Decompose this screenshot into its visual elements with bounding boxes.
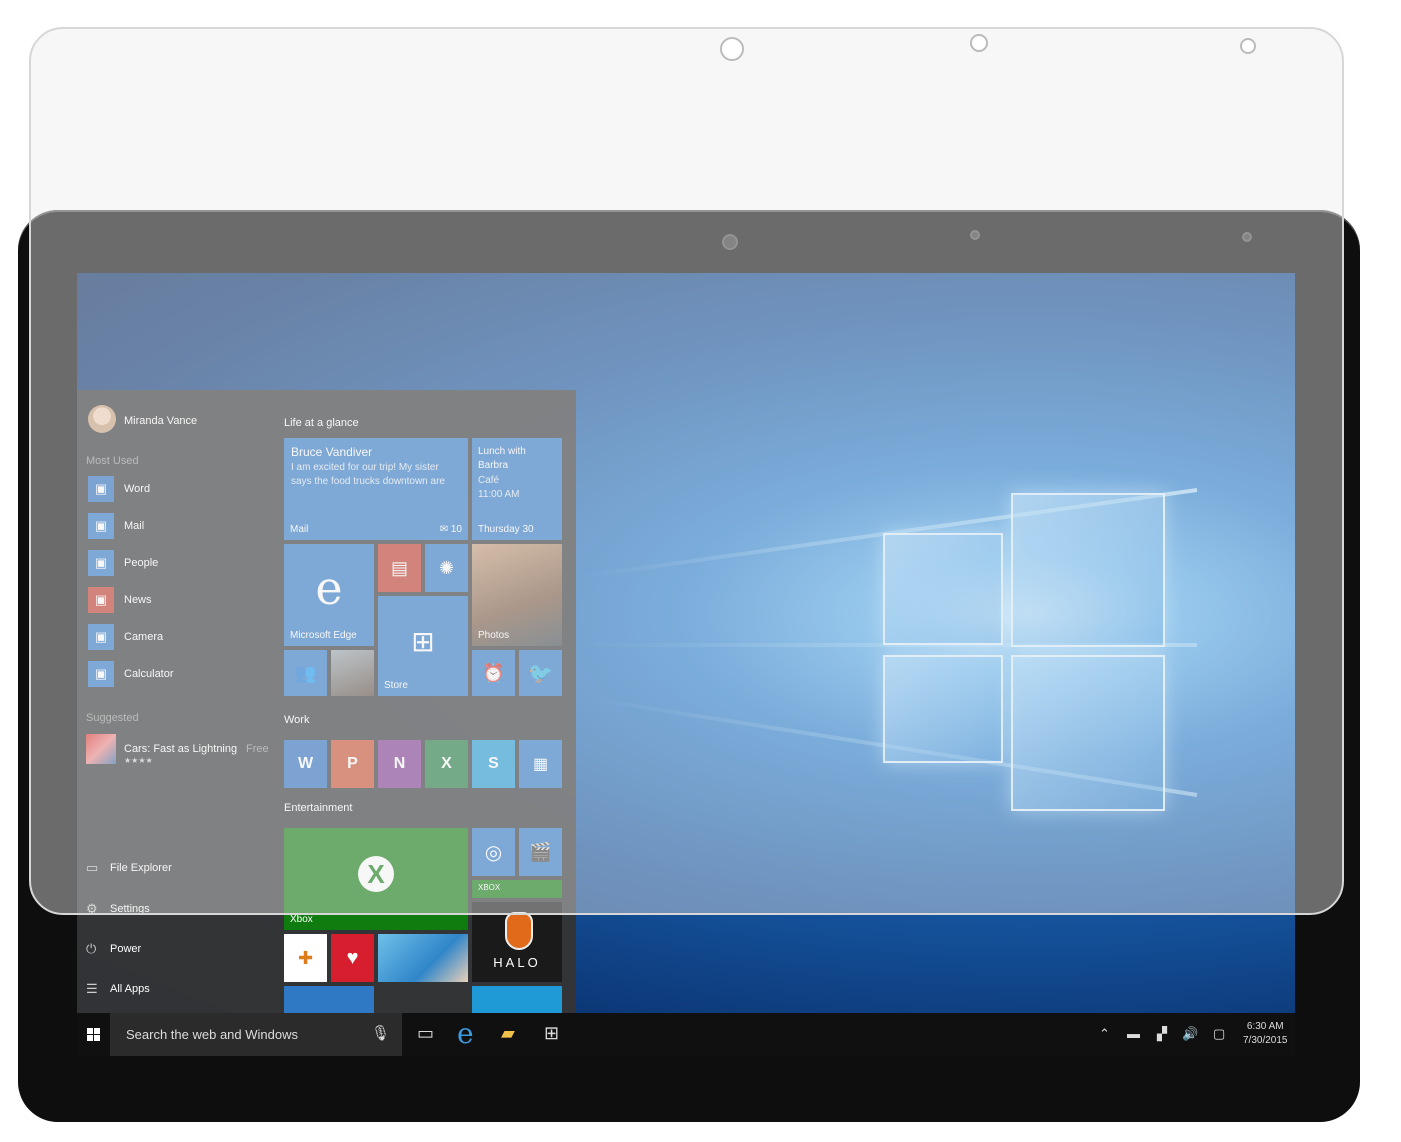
xbox-tile-label: Xbox (290, 914, 313, 925)
halo-tile-label: HALO (493, 955, 541, 970)
battery-icon[interactable]: ▬ (1127, 1026, 1140, 1041)
protector-sensor-hole (970, 34, 988, 52)
iheartradio-tile[interactable]: ♥ (331, 934, 374, 982)
halo-spartan-icon (505, 912, 533, 950)
power-icon: ⏻ (86, 941, 97, 956)
protector-sensor-hole (1240, 38, 1256, 54)
microphone-icon[interactable]: 🎙 (371, 1024, 390, 1042)
popcorn-tile[interactable] (284, 986, 374, 1013)
edge-taskbar-icon[interactable]: e (457, 1017, 474, 1050)
power-button[interactable]: Power (110, 943, 141, 955)
disney-frozen-tile[interactable] (378, 934, 468, 982)
show-hidden-icons-icon[interactable]: ⌃ (1099, 1026, 1110, 1042)
tunein-tile[interactable]: ✚ (284, 934, 327, 982)
action-center-icon[interactable]: ▢ (1213, 1026, 1225, 1042)
search-placeholder: Search the web and Windows (126, 1027, 298, 1042)
clock[interactable]: 6:30 AM 7/30/2015 (1243, 1020, 1288, 1048)
heart-icon: ♥ (346, 946, 359, 969)
taskbar: Search the web and Windows 🎙 ▭ e ▰ ⊞ ⌃ ▬… (77, 1013, 1295, 1056)
screen-protector-film (29, 27, 1344, 915)
extra-tile[interactable] (472, 986, 562, 1013)
start-button[interactable] (77, 1013, 110, 1056)
all-apps-button[interactable]: All Apps (110, 983, 150, 995)
store-taskbar-icon[interactable]: ⊞ (544, 1023, 559, 1044)
taskbar-search-box[interactable]: Search the web and Windows 🎙 (110, 1013, 402, 1056)
network-icon[interactable]: ▞ (1157, 1026, 1167, 1042)
clock-time: 6:30 AM (1246, 1021, 1284, 1032)
tunein-icon: ✚ (297, 947, 314, 968)
protector-camera-hole (720, 37, 744, 61)
windows-start-icon (87, 1028, 100, 1041)
volume-icon[interactable]: 🔊 (1182, 1026, 1198, 1042)
file-explorer-taskbar-icon[interactable]: ▰ (501, 1023, 515, 1044)
task-view-icon[interactable]: ▭ (417, 1023, 434, 1044)
clock-date: 7/30/2015 (1243, 1035, 1288, 1046)
all-apps-icon: ☰ (86, 981, 98, 996)
